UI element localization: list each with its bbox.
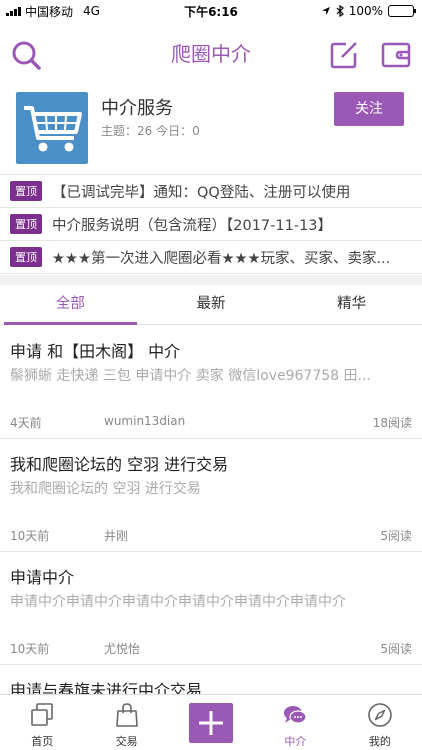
home-icon <box>31 703 54 726</box>
thread-meta: 4天前 wumin13dian 18阅读 <box>10 414 412 430</box>
thread-author: 井刚 <box>104 529 129 543</box>
pinned-list: 置顶 【已调试完毕】通知：QQ登陆、注册可以使用 置顶 中介服务说明（包含流程）… <box>0 174 422 274</box>
thread-views: 5阅读 <box>380 529 412 543</box>
thread-item[interactable]: 申请中介 申请中介申请中介申请中介申请中介申请中介申请中介 10天前 尤悦怡 5… <box>0 552 422 665</box>
filter-tabs: 全部 最新 精华 <box>0 285 422 325</box>
bottom-tab-bar: 首页 交易 中介 我的 <box>0 694 422 750</box>
tabbar-post[interactable] <box>169 695 253 750</box>
tabbar-label: 交易 <box>115 735 138 748</box>
bluetooth-icon <box>336 5 344 17</box>
tabbar-label: 我的 <box>368 735 391 748</box>
thread-item[interactable]: 申请与春旗未进行中介交易 <box>0 665 422 694</box>
forum-logo <box>16 92 88 164</box>
forum-name: 中介服务 <box>101 98 173 119</box>
wallet-icon[interactable] <box>380 39 412 71</box>
pinned-title: ★★★第一次进入爬圈必看★★★玩家、买家、卖家... <box>52 250 391 267</box>
thread-title: 申请中介 <box>10 568 75 587</box>
thread-views: 5阅读 <box>380 642 412 656</box>
shopping-bag-icon <box>115 703 138 727</box>
follow-button[interactable]: 关注 <box>334 92 404 126</box>
thread-preview: 申请中介申请中介申请中介申请中介申请中介申请中介 <box>10 594 346 610</box>
nav-bar: 爬圈中介 <box>0 22 422 86</box>
thread-item[interactable]: 我和爬圈论坛的 空羽 进行交易 我和爬圈论坛的 空羽 进行交易 10天前 井刚 … <box>0 439 422 552</box>
status-bar: 中国移动 4G 下午6:16 100% <box>0 0 422 22</box>
tabbar-agency[interactable]: 中介 <box>253 695 337 750</box>
edit-icon[interactable] <box>328 39 360 71</box>
thread-author: wumin13dian <box>104 414 186 428</box>
thread-item[interactable]: 申请 和【田木阁】 中介 鬃狮蜥 走快递 三包 申请中介 卖家 微信love96… <box>0 326 422 439</box>
tabbar-trade[interactable]: 交易 <box>84 695 168 750</box>
thread-author: 尤悦怡 <box>104 642 141 656</box>
plus-icon <box>199 711 224 735</box>
tab-featured[interactable]: 精华 <box>281 285 422 324</box>
pinned-badge: 置顶 <box>10 247 42 267</box>
thread-views: 18阅读 <box>372 416 412 430</box>
tab-latest[interactable]: 最新 <box>141 285 282 324</box>
pinned-title: 中介服务说明（包含流程）【2017-11-13】 <box>52 217 333 234</box>
location-arrow-icon <box>321 7 330 15</box>
pinned-item[interactable]: 置顶 ★★★第一次进入爬圈必看★★★玩家、买家、卖家... <box>0 241 422 274</box>
shopping-cart-icon <box>24 106 82 152</box>
thread-time: 4天前 <box>10 416 42 430</box>
section-divider <box>0 275 422 285</box>
pinned-item[interactable]: 置顶 中介服务说明（包含流程）【2017-11-13】 <box>0 208 422 241</box>
pinned-badge: 置顶 <box>10 214 42 234</box>
thread-time: 10天前 <box>10 642 50 656</box>
status-right: 100% <box>321 4 416 18</box>
tabbar-label: 中介 <box>284 735 307 748</box>
thread-meta: 10天前 尤悦怡 5阅读 <box>10 640 412 656</box>
pinned-badge: 置顶 <box>10 181 42 201</box>
thread-title: 申请 和【田木阁】 中介 <box>10 342 181 361</box>
thread-title: 我和爬圈论坛的 空羽 进行交易 <box>10 455 229 474</box>
thread-preview: 鬃狮蜥 走快递 三包 申请中介 卖家 微信love967758 田... <box>10 368 371 384</box>
forum-stats: 主题：26 今日：0 <box>101 124 200 138</box>
thread-list: 申请 和【田木阁】 中介 鬃狮蜥 走快递 三包 申请中介 卖家 微信love96… <box>0 326 422 694</box>
forum-header: 中介服务 主题：26 今日：0 关注 <box>0 86 422 174</box>
pinned-item[interactable]: 置顶 【已调试完毕】通知：QQ登陆、注册可以使用 <box>0 175 422 208</box>
pinned-title: 【已调试完毕】通知：QQ登陆、注册可以使用 <box>52 184 351 201</box>
plus-button <box>189 703 234 743</box>
thread-title: 申请与春旗未进行中介交易 <box>10 681 203 694</box>
thread-preview: 我和爬圈论坛的 空羽 进行交易 <box>10 481 201 497</box>
thread-meta: 10天前 井刚 5阅读 <box>10 527 412 543</box>
tabbar-home[interactable]: 首页 <box>0 695 84 750</box>
tab-all[interactable]: 全部 <box>0 285 141 325</box>
tabbar-label: 首页 <box>31 735 54 748</box>
compass-icon <box>368 703 392 727</box>
thread-time: 10天前 <box>10 529 50 543</box>
battery-icon <box>388 5 416 17</box>
battery-percent: 100% <box>348 4 383 18</box>
tabbar-mine[interactable]: 我的 <box>338 695 422 750</box>
chat-bubbles-icon <box>284 706 308 724</box>
